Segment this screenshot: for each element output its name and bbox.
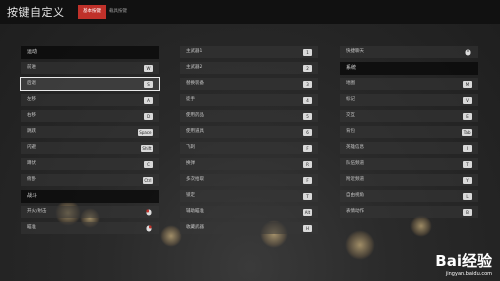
key-badge: R (303, 160, 312, 168)
keybind-row-reload[interactable]: 换弹 R (180, 158, 318, 170)
keybind-row-forward[interactable]: 前进 W (21, 62, 159, 74)
keybind-row-jump[interactable]: 跳跃 Space (21, 126, 159, 138)
key-badge: A (144, 96, 153, 104)
key-badge: Space (137, 128, 153, 136)
keybind-row-emote[interactable]: 表情动作 B (340, 206, 478, 218)
bokeh-light (345, 230, 375, 260)
key-badge: B (463, 208, 472, 216)
keybind-row-holster[interactable]: 收藏武器 H (180, 222, 318, 234)
keybind-row-swap-gear[interactable]: 替换装备 3 (180, 78, 318, 90)
keybind-row-primary-1[interactable]: 主武器1 1 (180, 46, 318, 58)
key-badge: S (144, 80, 153, 88)
keybind-row-crouch[interactable]: 蹲伏 C (21, 158, 159, 170)
key-badge: 4 (303, 96, 312, 104)
top-bar: 按键自定义 基本按键 载具按键 (0, 0, 500, 24)
keybind-row-interact[interactable]: 交互 E (340, 110, 478, 122)
section-header-system: 系统 (340, 62, 478, 75)
key-badge: Shift (140, 144, 153, 152)
key-badge: 6 (303, 128, 312, 136)
page-title: 按键自定义 (7, 6, 65, 19)
keybind-row-aim[interactable]: 瞄准 (21, 222, 159, 234)
keybind-row-map[interactable]: 地图 M (340, 78, 478, 90)
tab-vehicle-keys[interactable]: 载具按键 (104, 5, 132, 19)
key-badge: H (303, 224, 312, 232)
keybind-row-primary-2[interactable]: 主武器2 2 (180, 62, 318, 74)
keybind-column-1: 运动 前进 W 后退 S 左移 A 右移 D 跳跃 Space 闪避 Shift 蹲伏 C 俯… (20, 46, 160, 238)
bokeh-light (160, 225, 182, 247)
watermark-url: jingyan.baidu.com (445, 271, 492, 277)
keybind-row-assist-aim[interactable]: 辅助瞄准 Alt (180, 206, 318, 218)
keybind-column-3: 快捷聊天 系统 地图 M 标记 V 交互 E 背包 Tab 英雄信息 I 队伍频道 T 附近… (340, 46, 478, 222)
keybind-row-prone[interactable]: 俯卧 Ctrl (21, 174, 159, 186)
keybind-row-free-look[interactable]: 自由视角 L (340, 190, 478, 202)
key-badge: V (463, 96, 472, 104)
section-header-combat: 战斗 (21, 190, 159, 203)
key-badge: F (303, 176, 312, 184)
keybind-row-mark[interactable]: 标记 V (340, 94, 478, 106)
mouse-right-icon (144, 225, 153, 232)
key-badge: 1 (303, 48, 312, 56)
keybind-row-backpack[interactable]: 背包 Tab (340, 126, 478, 138)
key-badge: 5 (303, 112, 312, 120)
key-badge: 2 (303, 64, 312, 72)
keybind-row-use-item[interactable]: 使用道具 6 (180, 126, 318, 138)
keybind-row-backward[interactable]: 后退 S (20, 77, 160, 91)
keybind-row-nearby-channel[interactable]: 附近频道 Y (340, 174, 478, 186)
key-badge: Ctrl (142, 176, 153, 184)
keybind-row-left[interactable]: 左移 A (21, 94, 159, 106)
tab-basic-keys[interactable]: 基本按键 (78, 5, 106, 19)
keybind-row-multi-pickup[interactable]: 多次拾取 F (180, 174, 318, 186)
mouse-left-icon (144, 209, 153, 216)
keybind-row-hero-info[interactable]: 英雄信息 I (340, 142, 478, 154)
key-badge: C (144, 160, 153, 168)
keybind-row-dodge[interactable]: 闪避 Shift (21, 142, 159, 154)
keybind-row-right[interactable]: 右移 D (21, 110, 159, 122)
watermark-logo: Bai经验 (435, 252, 492, 270)
key-badge: Alt (303, 208, 312, 216)
keybind-row-throw[interactable]: 飞刺 F (180, 142, 318, 154)
keybind-row-fire[interactable]: 开火/射击 (21, 206, 159, 218)
key-badge: 3 (303, 80, 312, 88)
keybind-row-lock[interactable]: 锁定 T (180, 190, 318, 202)
key-badge: T (463, 160, 472, 168)
key-badge: M (463, 80, 472, 88)
section-header-movement: 运动 (21, 46, 159, 59)
baidu-jingyan-watermark: Bai经验 jingyan.baidu.com (435, 250, 492, 277)
key-badge: D (144, 112, 153, 120)
key-badge: I (463, 144, 472, 152)
key-badge: Y (463, 176, 472, 184)
keybind-column-2: 主武器1 1 主武器2 2 替换装备 3 徒手 4 使用药品 5 使用道具 6 飞刺 F 换弹… (180, 46, 318, 238)
key-badge: Tab (462, 128, 472, 136)
keybind-row-unarmed[interactable]: 徒手 4 (180, 94, 318, 106)
keybind-row-use-medicine[interactable]: 使用药品 5 (180, 110, 318, 122)
keybind-row-quick-chat[interactable]: 快捷聊天 (340, 46, 478, 58)
key-badge: L (463, 192, 472, 200)
key-badge: T (303, 192, 312, 200)
key-badge: W (144, 64, 153, 72)
keybind-row-team-channel[interactable]: 队伍频道 T (340, 158, 478, 170)
key-badge: E (463, 112, 472, 120)
mouse-icon (463, 49, 472, 56)
key-badge: F (303, 144, 312, 152)
